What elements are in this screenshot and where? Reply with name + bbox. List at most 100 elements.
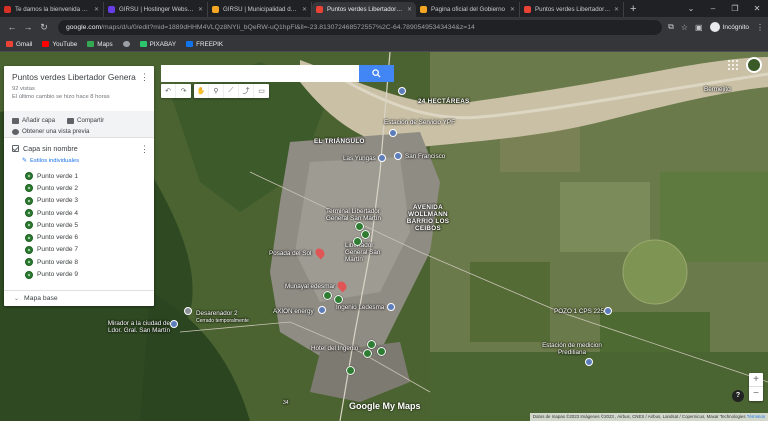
browser-tab-active[interactable]: Puntos verdes Libertador Ge ✕ bbox=[312, 2, 416, 17]
list-item[interactable]: Punto verde 2 bbox=[25, 182, 146, 194]
add-layer-button[interactable]: Añadir capa bbox=[12, 117, 55, 124]
map-label: AVENIDA WOLLMANN BARRIO LOS CEIBOS bbox=[406, 204, 450, 232]
browser-tab[interactable]: GIRSU | Hostinger Website B ✕ bbox=[104, 2, 208, 17]
punto-verde-marker[interactable] bbox=[346, 366, 355, 375]
map-label: Ingenio Ledesma bbox=[336, 304, 385, 311]
pixabay-icon bbox=[139, 41, 147, 47]
layer-visibility-checkbox[interactable] bbox=[12, 145, 19, 152]
close-icon[interactable]: ✕ bbox=[407, 6, 412, 13]
punto-verde-marker[interactable] bbox=[363, 349, 372, 358]
map-label: Estación de medicion Prediliana bbox=[542, 342, 602, 356]
tab-search-icon[interactable]: ⌄ bbox=[680, 0, 702, 17]
hostinger-icon bbox=[108, 6, 115, 13]
points-list: Punto verde 1 Punto verde 2 Punto verde … bbox=[25, 170, 146, 281]
punto-verde-marker[interactable] bbox=[361, 230, 370, 239]
share-button[interactable]: Compartir bbox=[67, 117, 104, 124]
browser-tab[interactable]: Te damos la bienvenida al p ✕ bbox=[0, 2, 104, 17]
list-item[interactable]: Punto verde 7 bbox=[25, 244, 146, 256]
ruler-icon[interactable]: ▭ bbox=[254, 84, 269, 98]
layer-name[interactable]: Capa sin nombre bbox=[23, 144, 78, 153]
poi-marker[interactable] bbox=[378, 154, 386, 162]
terms-link[interactable]: Términos bbox=[747, 414, 765, 419]
mymaps-panel: Puntos verdes Libertador General ... 92 … bbox=[4, 66, 154, 306]
list-item[interactable]: Punto verde 5 bbox=[25, 219, 146, 231]
draw-line-icon[interactable]: ⟋ bbox=[224, 84, 239, 98]
bookmark-gmail[interactable]: Gmail bbox=[6, 41, 32, 48]
poi-marker[interactable] bbox=[170, 320, 178, 328]
browser-tab[interactable]: GIRSU | Municipalidad de Lib ✕ bbox=[208, 2, 312, 17]
close-icon[interactable]: ✕ bbox=[94, 6, 99, 13]
recycle-icon bbox=[25, 209, 33, 218]
list-item[interactable]: Punto verde 4 bbox=[25, 207, 146, 219]
forward-icon[interactable]: → bbox=[20, 22, 36, 32]
browser-tab[interactable]: Pagina oficial del Gobierno ✕ bbox=[416, 2, 520, 17]
view-count: 92 vistas bbox=[12, 86, 35, 92]
search-button[interactable] bbox=[359, 65, 394, 82]
mymaps-icon bbox=[316, 6, 323, 13]
close-icon[interactable]: ✕ bbox=[510, 6, 515, 13]
translate-icon[interactable]: ⧉ bbox=[668, 22, 674, 32]
poi-marker[interactable] bbox=[398, 87, 406, 95]
list-item[interactable]: Punto verde 9 bbox=[25, 268, 146, 280]
poi-marker[interactable] bbox=[387, 303, 395, 311]
poi-marker[interactable] bbox=[585, 358, 593, 366]
hand-icon[interactable]: ✋ bbox=[194, 84, 209, 98]
list-item[interactable]: Punto verde 1 bbox=[25, 170, 146, 182]
last-edit-text: El último cambio se hizo hace 8 horas bbox=[12, 94, 110, 100]
base-map-toggle[interactable]: ⌄ Mapa base bbox=[4, 290, 154, 306]
undo-icon[interactable]: ↶ bbox=[161, 84, 176, 98]
bookmark-freepik[interactable]: FREEPIK bbox=[186, 41, 223, 48]
help-icon[interactable]: ? bbox=[732, 390, 744, 402]
punto-verde-marker[interactable] bbox=[323, 291, 332, 300]
minimize-icon[interactable]: – bbox=[702, 0, 724, 17]
punto-verde-marker[interactable] bbox=[377, 347, 386, 356]
search-input[interactable] bbox=[161, 65, 359, 82]
close-window-icon[interactable]: ✕ bbox=[746, 0, 768, 17]
layer-options-kebab-icon[interactable]: ⋮ bbox=[140, 144, 149, 155]
close-icon[interactable]: ✕ bbox=[614, 6, 619, 13]
punto-verde-marker[interactable] bbox=[367, 340, 376, 349]
back-icon[interactable]: ← bbox=[4, 22, 20, 32]
poi-marker[interactable] bbox=[389, 129, 397, 137]
bookmark-youtube[interactable]: YouTube bbox=[42, 41, 77, 48]
map-options-kebab-icon[interactable]: ⋮ bbox=[140, 72, 149, 83]
map-canvas[interactable]: Google My Maps 24 HECTÁREAS Bermejito Es… bbox=[0, 52, 768, 421]
list-item[interactable]: Punto verde 3 bbox=[25, 195, 146, 207]
apps-grid-icon[interactable] bbox=[728, 60, 738, 70]
incognito-indicator[interactable]: Incógnito bbox=[709, 22, 749, 32]
sidepanel-icon[interactable]: ▣ bbox=[695, 23, 703, 32]
poi-marker[interactable] bbox=[604, 307, 612, 315]
punto-verde-marker[interactable] bbox=[353, 237, 362, 246]
zoom-out-button[interactable]: − bbox=[749, 387, 763, 401]
map-title[interactable]: Puntos verdes Libertador General ... bbox=[12, 72, 136, 82]
close-icon[interactable]: ✕ bbox=[198, 6, 203, 13]
window-controls: ⌄ – ❐ ✕ bbox=[680, 0, 768, 17]
menu-kebab-icon[interactable]: ⋮ bbox=[756, 23, 764, 32]
close-icon[interactable]: ✕ bbox=[302, 6, 307, 13]
bookmark-globe[interactable] bbox=[122, 41, 130, 47]
add-marker-icon[interactable]: ⚲ bbox=[209, 84, 224, 98]
redo-icon[interactable]: ↷ bbox=[176, 84, 191, 98]
directions-icon[interactable]: ⤴ bbox=[239, 84, 254, 98]
maximize-icon[interactable]: ❐ bbox=[724, 0, 746, 17]
maps-icon bbox=[87, 41, 95, 47]
avatar[interactable] bbox=[746, 57, 762, 73]
poi-marker[interactable] bbox=[318, 306, 326, 314]
punto-verde-marker[interactable] bbox=[334, 295, 343, 304]
list-item[interactable]: Punto verde 6 bbox=[25, 231, 146, 243]
list-item[interactable]: Punto verde 8 bbox=[25, 256, 146, 268]
bookmark-maps[interactable]: Maps bbox=[87, 41, 113, 48]
bookmark-star-icon[interactable]: ☆ bbox=[681, 23, 688, 32]
browser-tab[interactable]: Puntos verdes Libertador Ge ✕ bbox=[520, 2, 624, 17]
closed-poi-marker[interactable] bbox=[184, 307, 192, 315]
zoom-in-button[interactable]: + bbox=[749, 373, 763, 387]
eye-icon bbox=[12, 128, 19, 135]
address-bar[interactable]: google.com/maps/d/u/0/edit?mid=1889dHHM4… bbox=[58, 19, 663, 35]
map-label: Estación de Servicio YPF bbox=[384, 119, 455, 126]
layer-style-link[interactable]: ✎ Estilos individuales bbox=[22, 157, 146, 165]
reload-icon[interactable]: ↻ bbox=[36, 22, 52, 33]
new-tab-button[interactable]: + bbox=[624, 2, 642, 17]
preview-button[interactable]: Obtener una vista previa bbox=[12, 128, 146, 135]
bookmark-pixabay[interactable]: PIXABAY bbox=[139, 41, 176, 48]
poi-marker[interactable] bbox=[394, 152, 402, 160]
